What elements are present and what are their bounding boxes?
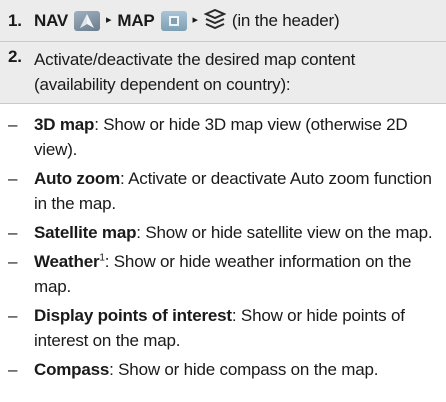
- step-1: 1. NAV ▸ MAP ▸ (in the header): [0, 0, 446, 42]
- list-item: – Compass: Show or hide compass on the m…: [8, 357, 440, 382]
- item-term: 3D map: [34, 115, 95, 134]
- list-dash: –: [8, 223, 18, 242]
- item-term: Weather: [34, 252, 100, 271]
- map-content-list: – 3D map: Show or hide 3D map view (othe…: [0, 104, 446, 382]
- nav-icon: [74, 10, 101, 31]
- list-item: – Weather1: Show or hide weather informa…: [8, 249, 440, 299]
- header-note: (in the header): [231, 11, 340, 30]
- step-number: 1.: [8, 10, 22, 30]
- arrow-right-icon: ▸: [106, 14, 112, 26]
- map-icon: [160, 10, 187, 31]
- step-number: 2.: [8, 47, 22, 66]
- item-description: : Show or hide satellite view on the map…: [136, 223, 433, 242]
- list-item: – Auto zoom: Activate or deactivate Auto…: [8, 166, 440, 216]
- item-term: Satellite map: [34, 223, 137, 242]
- list-dash: –: [8, 115, 18, 134]
- list-item: – Satellite map: Show or hide satellite …: [8, 220, 440, 245]
- map-label: MAP: [117, 11, 155, 30]
- item-description: : Show or hide compass on the map.: [109, 360, 379, 379]
- layers-icon: [203, 8, 227, 32]
- item-term: Auto zoom: [34, 169, 121, 188]
- nav-label: NAV: [34, 11, 69, 30]
- list-item: – 3D map: Show or hide 3D map view (othe…: [8, 112, 440, 162]
- list-item: – Display points of interest: Show or hi…: [8, 303, 440, 353]
- step-2-text: Activate/deactivate the desired map cont…: [34, 50, 356, 94]
- list-dash: –: [8, 306, 18, 325]
- list-dash: –: [8, 252, 18, 271]
- item-term: Display points of interest: [34, 306, 232, 325]
- step-1-text: NAV ▸ MAP ▸ (in the header): [34, 8, 340, 32]
- step-2: 2. Activate/deactivate the desired map c…: [0, 42, 446, 104]
- list-dash: –: [8, 360, 18, 379]
- arrow-right-icon: ▸: [192, 14, 199, 26]
- list-dash: –: [8, 169, 18, 188]
- item-term: Compass: [34, 360, 110, 379]
